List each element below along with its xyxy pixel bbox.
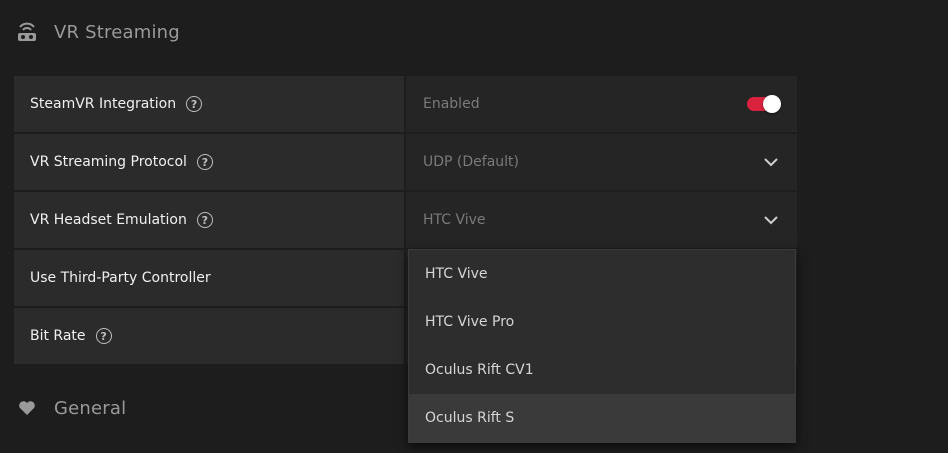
vr-headset-icon <box>16 21 38 43</box>
setting-value: HTC Vive <box>423 212 486 228</box>
section-title: General <box>54 397 127 419</box>
setting-row-steamvr: SteamVR Integration ? Enabled <box>14 76 797 132</box>
steamvr-toggle-cell[interactable]: Enabled <box>406 76 797 132</box>
dropdown-option[interactable]: HTC Vive <box>409 250 795 298</box>
dropdown-option[interactable]: HTC Vive Pro <box>409 298 795 346</box>
help-icon[interactable]: ? <box>196 154 213 170</box>
setting-label: Bit Rate <box>30 328 86 344</box>
section-title: VR Streaming <box>54 21 180 43</box>
setting-value: Enabled <box>423 96 480 112</box>
setting-row-headset: VR Headset Emulation ? HTC Vive <box>14 192 797 248</box>
setting-label-cell: Use Third-Party Controller <box>14 250 404 306</box>
setting-label: Use Third-Party Controller <box>30 270 211 286</box>
setting-label-cell: VR Headset Emulation ? <box>14 192 404 248</box>
dropdown-option[interactable]: Oculus Rift CV1 <box>409 346 795 394</box>
help-icon[interactable]: ? <box>196 212 213 228</box>
setting-value: UDP (Default) <box>423 154 519 170</box>
help-icon[interactable]: ? <box>95 328 112 344</box>
setting-label: VR Streaming Protocol <box>30 154 187 170</box>
chevron-down-icon <box>763 154 779 170</box>
headset-dropdown-menu: HTC Vive HTC Vive Pro Oculus Rift CV1 Oc… <box>408 249 796 443</box>
protocol-select[interactable]: UDP (Default) <box>406 134 797 190</box>
dropdown-option[interactable]: Oculus Rift S <box>409 394 795 442</box>
heart-icon <box>16 397 38 419</box>
steamvr-toggle[interactable] <box>747 95 781 113</box>
setting-label: SteamVR Integration <box>30 96 177 112</box>
toggle-knob <box>763 95 781 113</box>
setting-label-cell: VR Streaming Protocol ? <box>14 134 404 190</box>
help-icon[interactable]: ? <box>186 96 203 112</box>
setting-row-protocol: VR Streaming Protocol ? UDP (Default) <box>14 134 797 190</box>
settings-page: VR Streaming SteamVR Integration ? Enabl… <box>0 0 948 453</box>
chevron-down-icon <box>763 212 779 228</box>
general-header: General <box>16 394 126 422</box>
setting-label: VR Headset Emulation <box>30 212 187 228</box>
setting-label-cell: Bit Rate ? <box>14 308 404 364</box>
setting-label-cell: SteamVR Integration ? <box>14 76 404 132</box>
headset-select[interactable]: HTC Vive <box>406 192 797 248</box>
vr-streaming-header: VR Streaming <box>16 18 180 46</box>
